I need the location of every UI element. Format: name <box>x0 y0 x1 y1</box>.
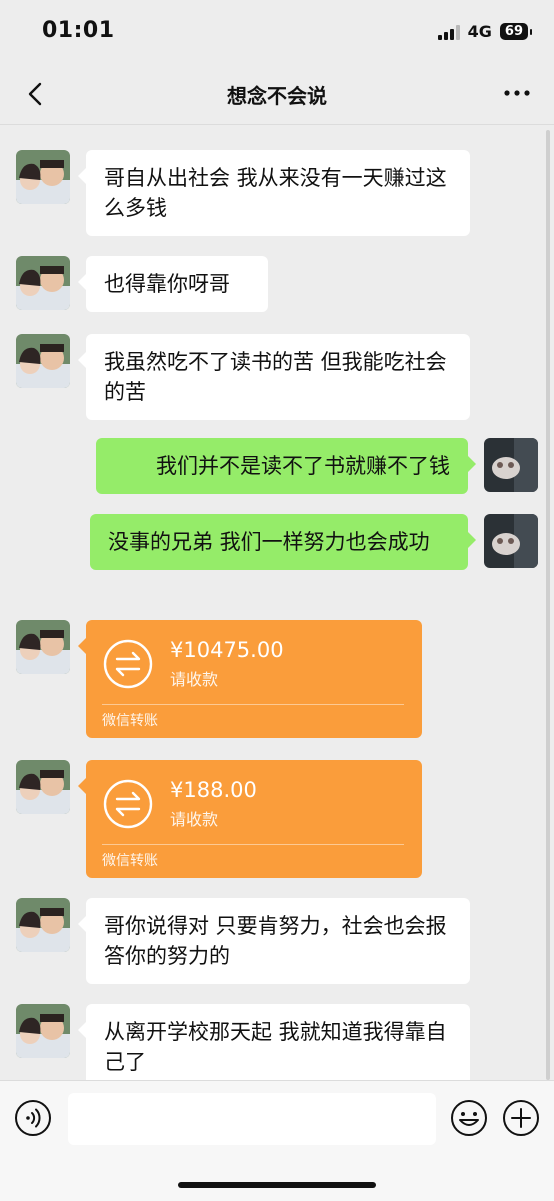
contact-avatar[interactable] <box>16 150 70 204</box>
status-bar: 01:01 4G 69 <box>0 0 554 66</box>
plus-icon[interactable] <box>502 1099 540 1137</box>
contact-avatar[interactable] <box>16 334 70 388</box>
transfer-label: 微信转账 <box>102 713 158 729</box>
status-time: 01:01 <box>42 18 115 43</box>
contact-avatar[interactable] <box>16 1004 70 1058</box>
message-bubble[interactable]: 哥你说得对 只要肯努力，社会也会报答你的努力的 <box>78 898 470 984</box>
transfer-divider <box>102 704 404 705</box>
message-bubble-self[interactable]: 我们并不是读不了书就赚不了钱 <box>96 438 476 494</box>
contact-avatar[interactable] <box>16 620 70 674</box>
message-bubble[interactable]: 我虽然吃不了读书的苦 但我能吃社会的苦 <box>78 334 470 420</box>
chat-area[interactable]: 哥自从出社会 我从来没有一天赚过这么多钱 也得靠你呀哥 我虽然吃不了读书的苦 但… <box>0 125 554 1080</box>
transfer-label: 微信转账 <box>102 853 158 869</box>
message-input[interactable] <box>68 1093 436 1145</box>
voice-icon[interactable] <box>14 1099 52 1137</box>
transfer-icon <box>102 778 154 830</box>
scrollbar[interactable] <box>546 130 550 1080</box>
message-bubble[interactable]: 从离开学校那天起 我就知道我得靠自己了 <box>78 1004 470 1080</box>
transfer-amount: ¥10475.00 <box>170 638 284 662</box>
nav-bar: 想念不会说 <box>0 66 554 125</box>
transfer-note: 请收款 <box>170 810 219 829</box>
transfer-note: 请收款 <box>170 670 219 689</box>
chat-title: 想念不会说 <box>227 84 327 108</box>
contact-avatar[interactable] <box>16 898 70 952</box>
status-indicators: 4G 69 <box>437 22 533 41</box>
transfer-card[interactable]: ¥10475.00 请收款 微信转账 <box>78 620 422 738</box>
contact-avatar[interactable] <box>16 256 70 310</box>
message-bubble-self[interactable]: 没事的兄弟 我们一样努力也会成功 <box>90 514 476 570</box>
message-bubble[interactable]: 哥自从出社会 我从来没有一天赚过这么多钱 <box>78 150 470 236</box>
emoji-icon[interactable] <box>450 1099 488 1137</box>
transfer-icon <box>102 638 154 690</box>
contact-avatar[interactable] <box>16 760 70 814</box>
transfer-amount: ¥188.00 <box>170 778 257 802</box>
transfer-divider <box>102 844 404 845</box>
message-bubble[interactable]: 也得靠你呀哥 <box>78 256 268 312</box>
transfer-card[interactable]: ¥188.00 请收款 微信转账 <box>78 760 422 878</box>
signal-icon <box>437 24 460 40</box>
more-dots-icon[interactable] <box>500 78 534 108</box>
network-type: 4G <box>467 22 492 41</box>
battery-icon: 69 <box>499 23 533 40</box>
my-avatar[interactable] <box>484 438 538 492</box>
home-indicator[interactable] <box>178 1182 376 1188</box>
my-avatar[interactable] <box>484 514 538 568</box>
